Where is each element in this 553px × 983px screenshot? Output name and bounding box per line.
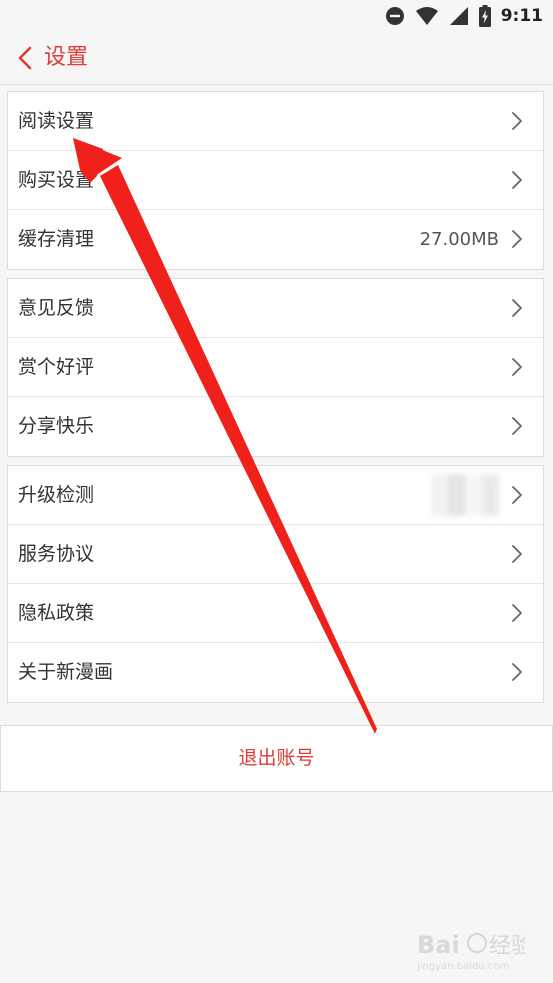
row-label: 服务协议: [18, 543, 95, 565]
settings-row-share[interactable]: 分享快乐: [8, 397, 543, 456]
chevron-right-icon: [512, 604, 522, 622]
row-label: 阅读设置: [18, 110, 95, 132]
svg-text:jingyan.baidu.com: jingyan.baidu.com: [416, 961, 509, 972]
chevron-right-icon: [512, 358, 522, 376]
chevron-right-icon: [512, 230, 522, 248]
chevron-right-icon: [512, 171, 522, 189]
settings-row-update[interactable]: 升级检测: [8, 466, 543, 525]
wifi-icon: [415, 7, 438, 25]
row-label: 赏个好评: [18, 356, 95, 378]
nav-bar: 设置: [0, 32, 553, 85]
settings-row-purchase[interactable]: 购买设置: [8, 151, 543, 210]
settings-row-feedback[interactable]: 意见反馈: [8, 279, 543, 338]
settings-row-cache[interactable]: 缓存清理 27.00MB: [8, 210, 543, 269]
chevron-right-icon: [512, 417, 522, 435]
cache-size-value: 27.00MB: [419, 229, 499, 250]
logout-button[interactable]: 退出账号: [0, 725, 553, 792]
settings-row-rate[interactable]: 赏个好评: [8, 338, 543, 397]
signal-icon: [449, 7, 468, 25]
settings-group-social: 意见反馈 赏个好评 分享快乐: [7, 278, 544, 457]
back-button[interactable]: [12, 44, 38, 72]
chevron-right-icon: [512, 299, 522, 317]
status-bar: 9:11: [0, 0, 553, 32]
settings-row-privacy[interactable]: 隐私政策: [8, 584, 543, 643]
chevron-right-icon: [512, 486, 522, 504]
chevron-right-icon: [512, 545, 522, 563]
status-icons: 9:11: [385, 4, 543, 28]
do-not-disturb-icon: [385, 7, 404, 25]
row-label: 隐私政策: [18, 602, 95, 624]
baidu-jingyan-watermark-icon: Bai 经验 jingyan.baidu.com: [416, 931, 525, 972]
settings-group-about: 升级检测 服务协议 隐私政策 关于新漫画: [7, 465, 544, 703]
chevron-right-icon: [512, 663, 522, 681]
row-label: 升级检测: [18, 484, 95, 506]
svg-text:经验: 经验: [489, 934, 525, 959]
settings-group-general: 阅读设置 购买设置 缓存清理 27.00MB: [7, 91, 544, 270]
page-title: 设置: [44, 45, 89, 70]
settings-row-reading[interactable]: 阅读设置: [8, 92, 543, 151]
settings-row-about[interactable]: 关于新漫画: [8, 643, 543, 702]
battery-charging-icon: [478, 5, 491, 27]
svg-text:Bai: Bai: [417, 931, 460, 959]
redacted-version-value: [431, 474, 499, 516]
row-label: 关于新漫画: [18, 661, 114, 683]
row-label: 意见反馈: [18, 297, 95, 319]
status-time: 9:11: [500, 6, 543, 26]
chevron-left-icon: [18, 46, 32, 70]
chevron-right-icon: [512, 112, 522, 130]
settings-row-terms[interactable]: 服务协议: [8, 525, 543, 584]
row-label: 分享快乐: [18, 415, 95, 437]
row-label: 购买设置: [18, 169, 95, 191]
row-label: 缓存清理: [18, 228, 95, 250]
